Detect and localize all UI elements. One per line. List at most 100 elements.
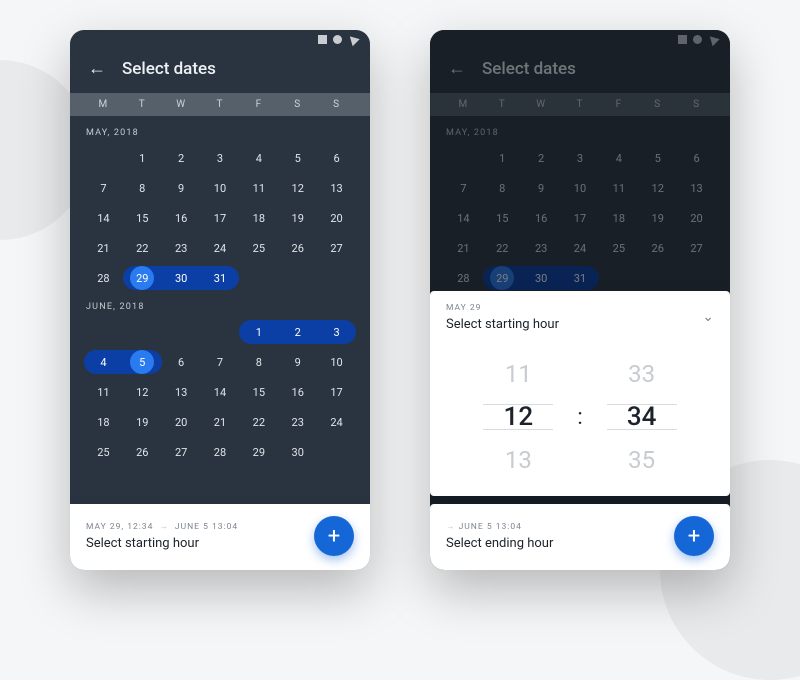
footer-card: MAY 29, 12:34 → JUNE 5 13:04 Select star… [70,504,370,570]
calendar-day[interactable]: 6 [162,350,201,374]
calendar-day[interactable]: 2 [278,320,317,344]
calendar-day[interactable]: 6 [317,146,356,170]
calendar-day[interactable]: 12 [123,380,162,404]
time-colon: : [577,405,582,430]
calendar-day[interactable]: 27 [317,236,356,260]
calendar-day[interactable]: 28 [84,266,123,290]
calendar-day[interactable]: 11 [84,380,123,404]
calendar-day[interactable]: 14 [201,380,240,404]
selected-range-summary: MAY 29, 12:34 → JUNE 5 13:04 [86,521,238,532]
calendar-day[interactable]: 20 [317,206,356,230]
calendar-day[interactable]: 26 [123,440,162,464]
calendar-day[interactable]: 4 [239,146,278,170]
calendar-day[interactable]: 19 [278,206,317,230]
month-label: JUNE, 2018 [84,290,356,320]
calendar-day[interactable]: 17 [201,206,240,230]
card-title: Select starting hour [446,317,559,332]
calendar-day[interactable]: 28 [201,440,240,464]
month-label: MAY, 2018 [84,116,356,146]
status-icon [346,32,359,45]
page-title: Select dates [122,59,216,79]
weekday-label: T [123,99,162,110]
calendar-day[interactable]: 30 [162,266,201,290]
minute-next: 35 [607,446,677,474]
calendar-day[interactable]: 9 [162,176,201,200]
calendar-day[interactable]: 5 [123,350,162,374]
calendar-day[interactable]: 18 [239,206,278,230]
card-date-label: MAY 29 [446,303,559,313]
hour-current: 12 [483,402,553,432]
range-end-label: JUNE 5 13:04 [175,522,238,532]
calendar-day[interactable]: 21 [84,236,123,260]
calendar-day[interactable]: 8 [239,350,278,374]
add-button[interactable]: + [314,516,354,556]
calendar-day[interactable]: 24 [317,410,356,434]
calendar-day[interactable]: 15 [123,206,162,230]
calendar-day[interactable]: 9 [278,350,317,374]
calendar-day[interactable]: 21 [201,410,240,434]
calendar-day[interactable]: 13 [162,380,201,404]
calendar-day[interactable]: 5 [278,146,317,170]
weekday-label: T [201,99,240,110]
calendar-day[interactable]: 8 [123,176,162,200]
hour-wheel[interactable]: 11 12 13 [483,360,553,474]
status-icon [333,35,342,44]
weekday-label: M [84,99,123,110]
minute-wheel[interactable]: 33 34 35 [607,360,677,474]
footer-action-label[interactable]: Select starting hour [86,536,238,551]
calendar-day[interactable]: 23 [278,410,317,434]
starting-hour-card: MAY 29 Select starting hour ⌄ 11 12 13 :… [430,291,730,496]
calendar-day[interactable]: 27 [162,440,201,464]
calendar-day[interactable]: 13 [317,176,356,200]
calendar-day[interactable]: 16 [278,380,317,404]
minute-prev: 33 [607,360,677,388]
arrow-right-icon: → [159,521,169,532]
weekday-label: S [317,99,356,110]
calendar-day[interactable]: 22 [239,410,278,434]
range-end-label: JUNE 5 13:04 [459,522,522,532]
ending-hour-card: → JUNE 5 13:04 Select ending hour + [430,504,730,570]
calendar-day[interactable]: 2 [162,146,201,170]
calendar-day[interactable]: 3 [201,146,240,170]
calendar-day[interactable]: 7 [201,350,240,374]
calendar-day[interactable]: 12 [278,176,317,200]
calendar-day[interactable]: 10 [201,176,240,200]
calendar-day[interactable]: 22 [123,236,162,260]
calendar-day[interactable]: 31 [201,266,240,290]
chevron-down-icon[interactable]: ⌄ [702,309,714,325]
calendar-day[interactable]: 30 [278,440,317,464]
calendar-day[interactable]: 29 [123,266,162,290]
weekday-label: S [278,99,317,110]
calendar-day[interactable]: 1 [239,320,278,344]
calendar-day[interactable]: 25 [239,236,278,260]
calendar-day[interactable]: 19 [123,410,162,434]
back-arrow-icon[interactable]: ← [88,58,106,79]
calendar-day[interactable]: 1 [123,146,162,170]
time-picker: 11 12 13 : 33 34 35 [446,352,714,482]
calendar-day[interactable]: 10 [317,350,356,374]
status-icon [318,35,327,44]
calendar-day[interactable]: 3 [317,320,356,344]
calendar-day[interactable]: 18 [84,410,123,434]
calendar-day[interactable]: 16 [162,206,201,230]
calendar-day[interactable]: 7 [84,176,123,200]
calendar-day[interactable]: 15 [239,380,278,404]
calendar-day[interactable]: 14 [84,206,123,230]
add-button[interactable]: + [674,516,714,556]
calendar-day[interactable]: 24 [201,236,240,260]
range-start-label: MAY 29, 12:34 [86,522,153,532]
calendar-day[interactable]: 4 [84,350,123,374]
calendar-day[interactable]: 20 [162,410,201,434]
card-title[interactable]: Select ending hour [446,536,553,551]
calendar-day[interactable]: 29 [239,440,278,464]
calendar-day[interactable]: 17 [317,380,356,404]
weekday-label: W [162,99,201,110]
weekday-label: F [239,99,278,110]
calendar-day[interactable]: 11 [239,176,278,200]
calendar-day[interactable]: 25 [84,440,123,464]
weekday-header: MTWTFSS [70,93,370,116]
phone-date-picker: ← Select dates MTWTFSS MAY, 2018 1234567… [70,30,370,570]
hour-next: 13 [483,446,553,474]
calendar-day[interactable]: 26 [278,236,317,260]
calendar-day[interactable]: 23 [162,236,201,260]
